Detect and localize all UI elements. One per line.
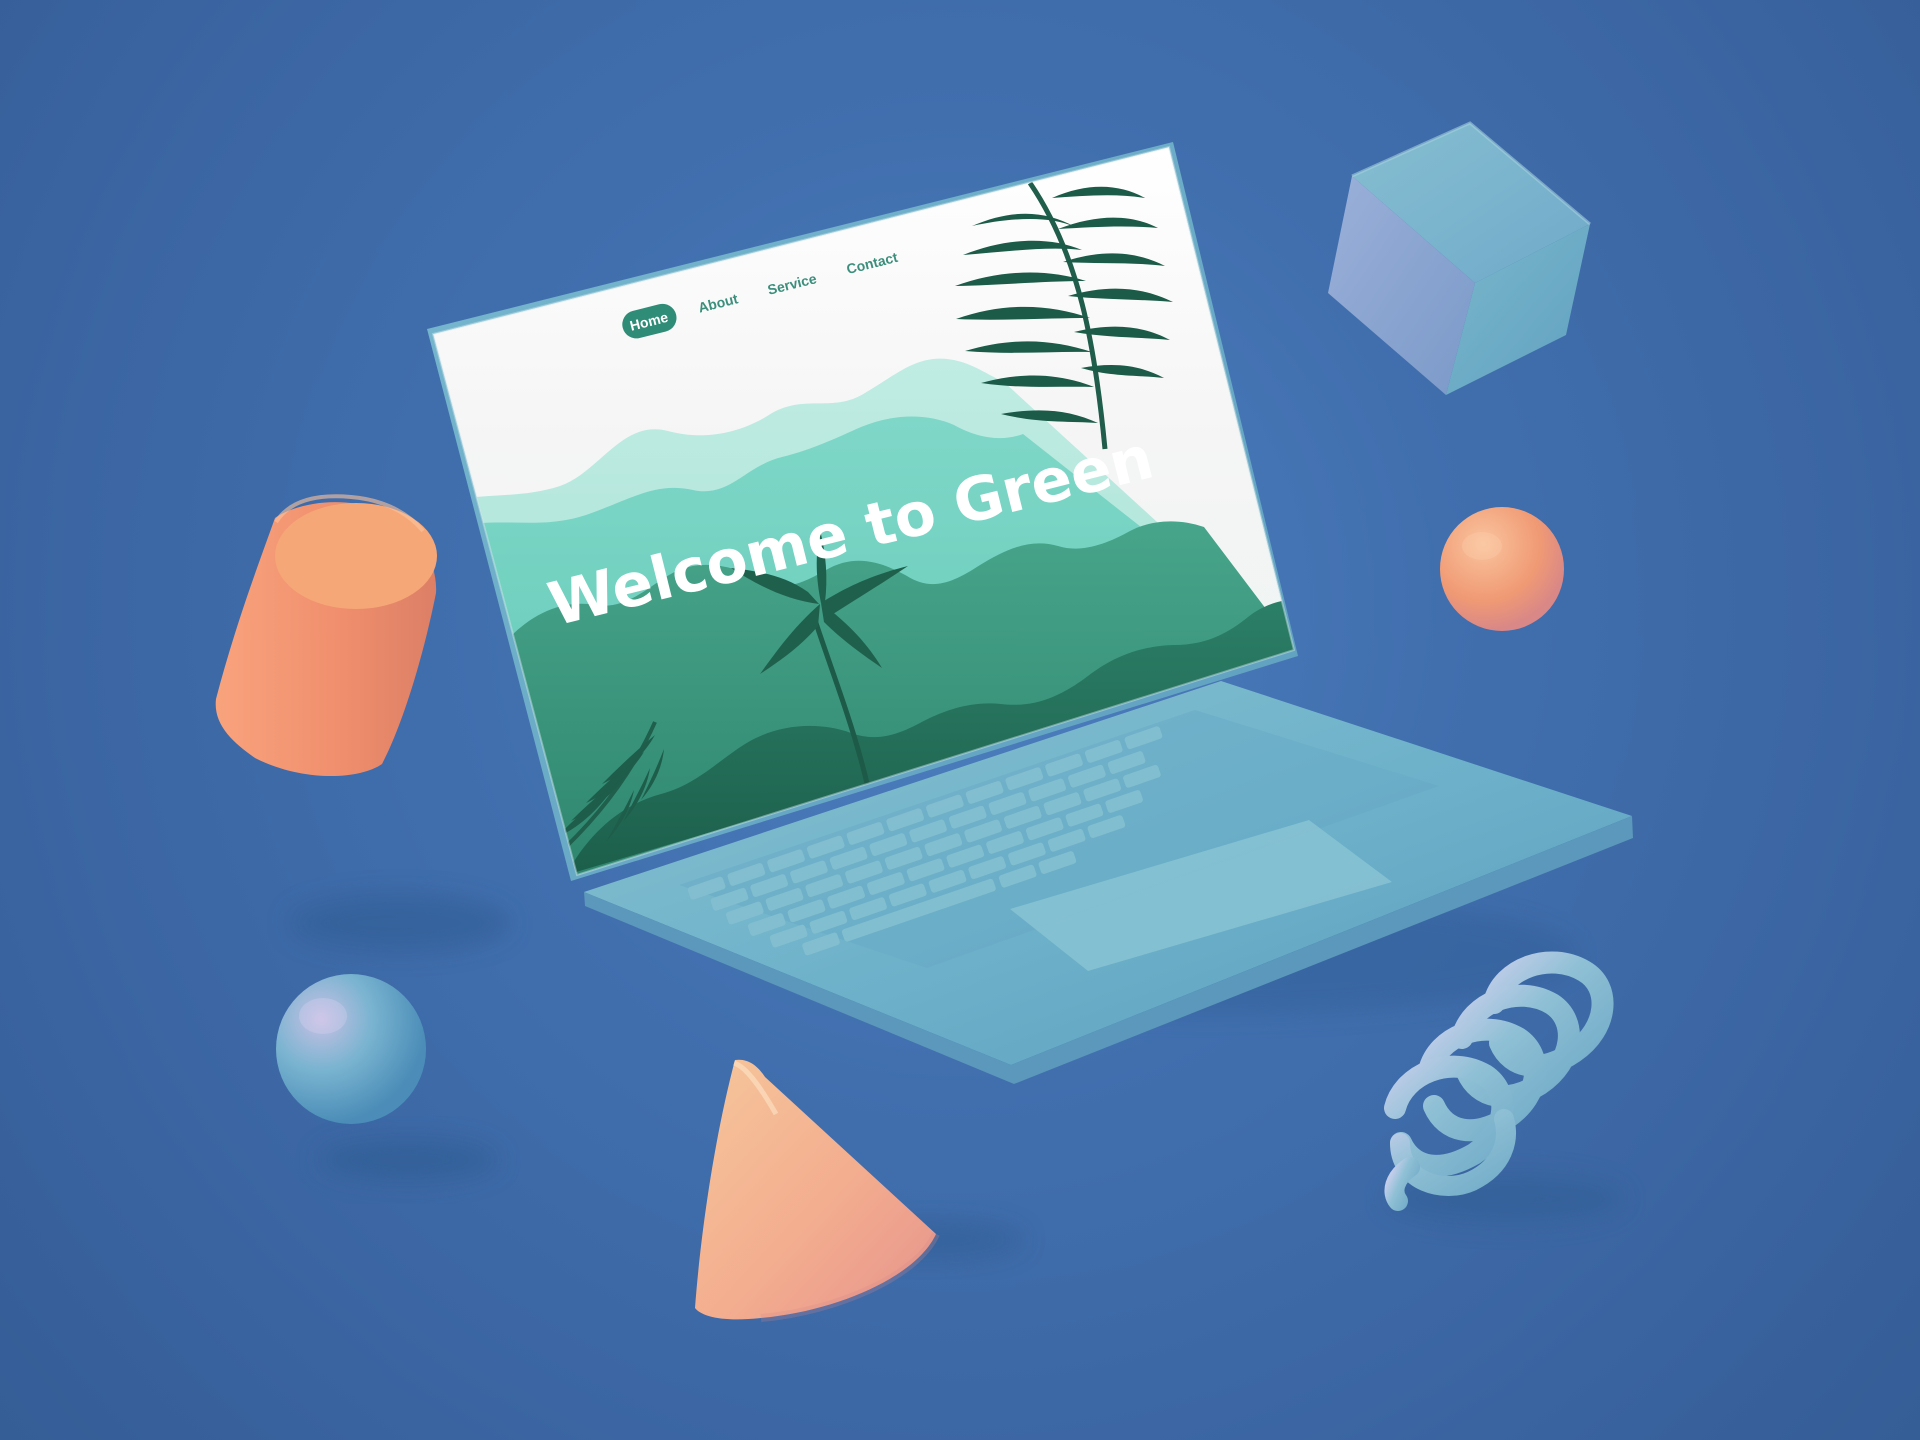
blue-sphere: [276, 974, 426, 1124]
blue-cube: [1328, 121, 1591, 395]
orange-cylinder: [215, 494, 437, 777]
orange-sphere: [1440, 507, 1564, 631]
scene-background: Home About Service Contact Welcome to Gr…: [0, 0, 1920, 1440]
orange-cone: [695, 1059, 940, 1322]
left-sphere-shadow: [318, 1138, 498, 1182]
cylinder-shadow: [290, 895, 510, 951]
laptop-mockup-scene: Home About Service Contact Welcome to Gr…: [215, 121, 1633, 1322]
